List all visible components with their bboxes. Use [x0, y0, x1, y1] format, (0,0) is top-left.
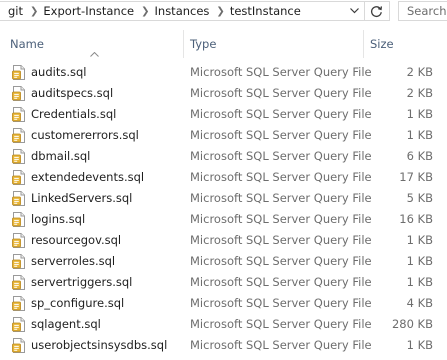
sql-file-icon: [12, 254, 26, 269]
sql-file-icon: [12, 212, 26, 227]
file-row[interactable]: dbmail.sql Microsoft SQL Server Query Fil…: [0, 146, 447, 167]
file-size: 1 KB: [406, 233, 433, 247]
sql-file-icon: [12, 65, 26, 80]
refresh-button[interactable]: [364, 1, 390, 21]
file-size: 5 KB: [406, 191, 433, 205]
sql-file-icon: [12, 149, 26, 164]
breadcrumb: git ❯ Export-Instance ❯ Instances ❯ test…: [0, 1, 365, 21]
file-name: customererrors.sql: [31, 128, 139, 142]
column-header-size[interactable]: Size: [370, 34, 394, 54]
file-type: Microsoft SQL Server Query File: [190, 128, 372, 142]
file-type: Microsoft SQL Server Query File: [190, 86, 372, 100]
sql-file-icon: [12, 128, 26, 143]
file-type: Microsoft SQL Server Query File: [190, 233, 372, 247]
column-divider[interactable]: [183, 30, 184, 58]
file-row[interactable]: resourcegov.sql Microsoft SQL Server Quer…: [0, 230, 447, 251]
sql-file-icon: [12, 170, 26, 185]
file-size: 16 KB: [399, 212, 433, 226]
file-type: Microsoft SQL Server Query File: [190, 191, 372, 205]
file-type: Microsoft SQL Server Query File: [190, 317, 372, 331]
address-bar: git ❯ Export-Instance ❯ Instances ❯ test…: [0, 0, 447, 24]
chevron-down-icon: [349, 8, 359, 14]
file-row[interactable]: Credentials.sql Microsoft SQL Server Quer…: [0, 104, 447, 125]
search-input[interactable]: Search: [398, 1, 447, 21]
address-dropdown-button[interactable]: [344, 1, 364, 21]
file-row[interactable]: sqlagent.sql Microsoft SQL Server Query F…: [0, 314, 447, 335]
sql-file-icon: [12, 107, 26, 122]
file-row[interactable]: auditspecs.sql Microsoft SQL Server Query…: [0, 83, 447, 104]
file-row[interactable]: audits.sql Microsoft SQL Server Query Fil…: [0, 62, 447, 83]
sql-file-icon: [12, 296, 26, 311]
chevron-right-icon[interactable]: ❯: [25, 6, 43, 17]
column-divider[interactable]: [363, 30, 364, 58]
file-name: userobjectsinsysdbs.sql: [31, 338, 168, 352]
file-type: Microsoft SQL Server Query File: [190, 275, 372, 289]
file-size: 2 KB: [406, 86, 433, 100]
file-name: dbmail.sql: [31, 149, 91, 163]
file-name: logins.sql: [31, 212, 86, 226]
sql-file-icon: [12, 338, 26, 353]
file-row[interactable]: sp_configure.sql Microsoft SQL Server Que…: [0, 293, 447, 314]
file-size: 4 KB: [406, 296, 433, 310]
file-type: Microsoft SQL Server Query File: [190, 149, 372, 163]
file-size: 280 KB: [391, 317, 433, 331]
file-row[interactable]: logins.sql Microsoft SQL Server Query Fil…: [0, 209, 447, 230]
file-type: Microsoft SQL Server Query File: [190, 212, 372, 226]
breadcrumb-item-git[interactable]: git: [0, 4, 25, 18]
file-row[interactable]: customererrors.sql Microsoft SQL Server Q…: [0, 125, 447, 146]
breadcrumb-item-instances[interactable]: Instances: [155, 4, 212, 18]
sql-file-icon: [12, 233, 26, 248]
column-header-type[interactable]: Type: [190, 34, 216, 54]
refresh-icon: [370, 5, 383, 17]
column-header-bar: Name Type Size: [0, 24, 447, 60]
file-type: Microsoft SQL Server Query File: [190, 65, 372, 79]
file-size: 17 KB: [399, 170, 433, 184]
file-type: Microsoft SQL Server Query File: [190, 254, 372, 268]
file-name: extendedevents.sql: [31, 170, 145, 184]
file-name: Credentials.sql: [31, 107, 117, 121]
breadcrumb-item-testinstance[interactable]: testInstance: [230, 4, 303, 18]
file-type: Microsoft SQL Server Query File: [190, 296, 372, 310]
file-name: audits.sql: [31, 65, 87, 79]
chevron-right-icon[interactable]: ❯: [136, 6, 154, 17]
file-size: 1 KB: [406, 128, 433, 142]
file-name: sqlagent.sql: [31, 317, 101, 331]
sql-file-icon: [12, 317, 26, 332]
file-size: 1 KB: [406, 107, 433, 121]
file-row[interactable]: serverroles.sql Microsoft SQL Server Quer…: [0, 251, 447, 272]
file-list: audits.sql Microsoft SQL Server Query Fil…: [0, 62, 447, 356]
file-name: servertriggers.sql: [31, 275, 133, 289]
column-header-name[interactable]: Name: [10, 34, 44, 54]
file-row[interactable]: LinkedServers.sql Microsoft SQL Server Qu…: [0, 188, 447, 209]
chevron-right-icon[interactable]: ❯: [211, 6, 229, 17]
sql-file-icon: [12, 191, 26, 206]
file-size: 1 KB: [406, 254, 433, 268]
sort-ascending-icon: [90, 52, 99, 57]
sql-file-icon: [12, 275, 26, 290]
file-name: LinkedServers.sql: [31, 191, 133, 205]
file-size: 2 KB: [406, 65, 433, 79]
file-name: sp_configure.sql: [31, 296, 125, 310]
file-row[interactable]: servertriggers.sql Microsoft SQL Server Q…: [0, 272, 447, 293]
file-name: serverroles.sql: [31, 254, 116, 268]
file-type: Microsoft SQL Server Query File: [190, 338, 372, 352]
file-size: 6 KB: [406, 149, 433, 163]
file-row[interactable]: userobjectsinsysdbs.sql Microsoft SQL Ser…: [0, 335, 447, 356]
breadcrumb-item-export-instance[interactable]: Export-Instance: [43, 4, 136, 18]
file-row[interactable]: extendedevents.sql Microsoft SQL Server Q…: [0, 167, 447, 188]
file-type: Microsoft SQL Server Query File: [190, 170, 372, 184]
sql-file-icon: [12, 86, 26, 101]
file-name: auditspecs.sql: [31, 86, 114, 100]
file-name: resourcegov.sql: [31, 233, 122, 247]
file-size: 1 KB: [406, 275, 433, 289]
file-type: Microsoft SQL Server Query File: [190, 107, 372, 121]
file-size: 1 KB: [406, 338, 433, 352]
